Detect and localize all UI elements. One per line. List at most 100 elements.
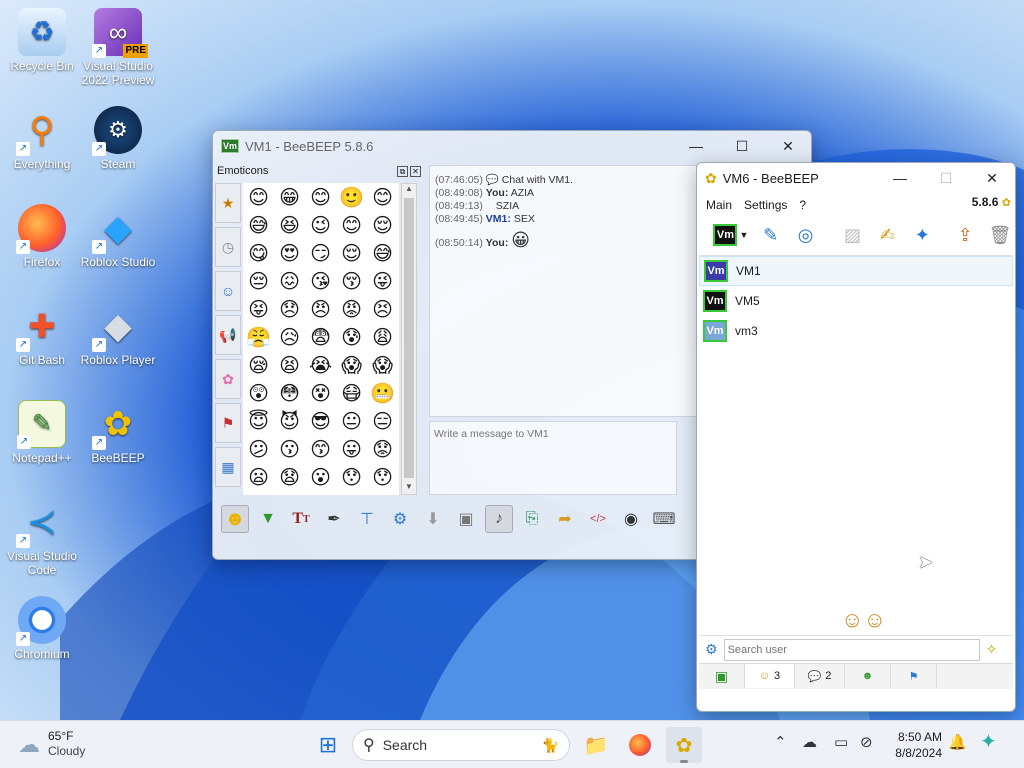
color-picker-icon[interactable]: ✒ <box>320 505 348 533</box>
emoticon-item[interactable]: 😊 <box>336 211 367 239</box>
emoticon-item[interactable]: 😪 <box>243 351 274 379</box>
copilot-icon[interactable]: ✦ <box>980 729 997 754</box>
tools-icon[interactable]: ✦ <box>907 220 937 250</box>
menu-settings[interactable]: Settings <box>744 198 787 212</box>
emoticon-item[interactable]: 😊 <box>243 183 274 211</box>
cloud-offline-icon[interactable]: ☁ <box>802 733 817 751</box>
emoticon-item[interactable]: 😛 <box>336 435 367 463</box>
close-button[interactable]: ✕ <box>765 131 811 161</box>
emoticon-item[interactable]: 😵 <box>305 379 336 407</box>
network-display-icon[interactable]: ▭ <box>834 733 848 751</box>
tab-chats[interactable]: 💬 2 <box>795 664 845 688</box>
emoticon-item[interactable]: 😅 <box>243 211 274 239</box>
desktop-icon-firefox[interactable]: ↗ Firefox <box>0 204 84 269</box>
emoticon-item[interactable]: 😋 <box>243 239 274 267</box>
emoticon-item[interactable]: 😉 <box>305 211 336 239</box>
desktop-icon-vscode[interactable]: ≺ ↗ Visual Studio Code <box>0 498 84 578</box>
desktop-icon-git-bash[interactable]: ✚ ↗ Git Bash <box>0 302 84 367</box>
emoticon-item[interactable]: 😠 <box>305 295 336 323</box>
tab-chat[interactable]: ▣ <box>699 664 745 688</box>
emoticon-item[interactable]: 😰 <box>336 323 367 351</box>
font-button[interactable]: TT <box>287 505 315 533</box>
emoticon-item[interactable]: 😮 <box>305 463 336 491</box>
emoticon-item[interactable]: 😬 <box>367 379 398 407</box>
code-icon[interactable]: </> <box>584 505 612 533</box>
beebeep-taskbar-button[interactable]: ✿ <box>666 727 702 763</box>
emoticon-item[interactable]: 😘 <box>305 267 336 295</box>
emoticon-item[interactable]: 😕 <box>243 435 274 463</box>
menu-main[interactable]: Main <box>706 198 732 212</box>
emoticon-item[interactable]: 😣 <box>367 295 398 323</box>
emoticon-item[interactable]: 😏 <box>305 239 336 267</box>
emoticon-item[interactable]: 😯 <box>336 463 367 491</box>
emoticon-item[interactable]: 😈 <box>274 407 305 435</box>
search-gear-icon[interactable]: ⚙ <box>705 641 718 658</box>
emoticon-item[interactable]: 😭 <box>305 351 336 379</box>
float-panel-button[interactable]: ⧉ <box>397 165 408 177</box>
emoticon-item[interactable]: 😑 <box>367 407 398 435</box>
tab-files[interactable]: ⚑ <box>891 664 937 688</box>
file-explorer-button[interactable]: 📁 <box>578 727 614 763</box>
vm6-titlebar[interactable]: ✿ VM6 - BeeBEEP — ☐ ✕ <box>697 163 1015 193</box>
desktop-icon-everything[interactable]: ⚲ ↗ Everything <box>0 106 84 171</box>
scroll-up-icon[interactable]: ▲ <box>402 184 416 196</box>
weather-widget[interactable]: ☁ 65°F Cloudy <box>18 729 85 759</box>
minimize-button[interactable]: — <box>673 131 719 161</box>
people-tab[interactable]: ☺ <box>215 271 241 311</box>
recent-tab[interactable]: ◷ <box>215 227 241 267</box>
camera-icon[interactable]: ◉ <box>617 505 645 533</box>
write-message-icon[interactable]: ✍ <box>872 220 902 250</box>
screenshot-icon[interactable]: ▣ <box>452 505 480 533</box>
emoticon-item[interactable]: 😇 <box>243 407 274 435</box>
emoticon-item[interactable]: 😩 <box>367 323 398 351</box>
close-button[interactable]: ✕ <box>969 163 1015 193</box>
desktop-icon-recycle-bin[interactable]: ♻ Recycle Bin <box>0 8 84 73</box>
save-icon[interactable]: ⇪ <box>950 220 980 250</box>
minimize-button[interactable]: — <box>877 163 923 193</box>
emoticon-item[interactable]: 😦 <box>243 463 274 491</box>
emoticon-item[interactable]: 😌 <box>336 239 367 267</box>
trash-icon[interactable]: 🗑 <box>985 220 1015 250</box>
maximize-button[interactable]: ☐ <box>719 131 765 161</box>
emoticon-item[interactable]: 😜 <box>367 267 398 295</box>
emoticon-item[interactable]: 😷 <box>336 379 367 407</box>
user-item-vm3[interactable]: Vm vm3 <box>699 316 1013 346</box>
emoticon-item[interactable]: 😐 <box>336 407 367 435</box>
save-chat-icon[interactable]: ⬇ <box>419 505 447 533</box>
emoticon-scrollbar[interactable]: ▲ ▼ <box>401 183 417 495</box>
emoticon-item[interactable]: 😞 <box>274 295 305 323</box>
nature-tab[interactable]: ✿ <box>215 359 241 399</box>
emoticon-item[interactable]: 🙂 <box>336 183 367 211</box>
user-item-vm1[interactable]: Vm VM1 <box>699 256 1013 286</box>
emoticon-item[interactable]: 😝 <box>243 295 274 323</box>
volume-muted-icon[interactable]: ⊘ <box>860 733 873 751</box>
expand-arrow-icon[interactable]: ▼ <box>254 505 282 533</box>
emoticon-item[interactable]: 😙 <box>305 435 336 463</box>
tab-users[interactable]: ☺ 3 <box>745 664 795 688</box>
show-hidden-icons-button[interactable]: ⌃ <box>774 733 787 751</box>
emoticon-item[interactable]: 😁 <box>274 183 305 211</box>
emoticon-item[interactable]: 😫 <box>274 351 305 379</box>
emoticon-item[interactable]: 😱 <box>336 351 367 379</box>
emoticon-item[interactable]: 😲 <box>243 379 274 407</box>
emoticon-item[interactable]: 😚 <box>336 267 367 295</box>
objects-tab[interactable]: 📢 <box>215 315 241 355</box>
status-button[interactable]: Vm ▼ <box>711 220 751 250</box>
send-file-icon[interactable]: ⎘ <box>518 505 546 533</box>
desktop-icon-steam[interactable]: ⚙ ↗ Steam <box>76 106 160 171</box>
emoticon-item[interactable]: 😥 <box>274 323 305 351</box>
keyboard-icon[interactable]: ⌨ <box>650 505 678 533</box>
firefox-taskbar-button[interactable] <box>622 727 658 763</box>
desktop-icon-roblox-player[interactable]: ◆ ↗ Roblox Player <box>76 302 160 368</box>
emoticon-item[interactable]: 😊 <box>367 183 398 211</box>
emoticon-item[interactable]: 😌 <box>367 211 398 239</box>
desktop-icon-chromium[interactable]: ↗ Chromium <box>0 596 84 661</box>
music-icon[interactable]: ♪ <box>485 505 513 533</box>
emoticon-item[interactable]: 😳 <box>274 379 305 407</box>
search-user-input[interactable] <box>723 638 980 661</box>
clock[interactable]: 8:50 AM 8/8/2024 <box>888 729 942 761</box>
emoticon-item[interactable]: 😨 <box>305 323 336 351</box>
emoticon-item[interactable]: 😯 <box>367 463 398 491</box>
desktop-icon-notepad-plus-plus[interactable]: ✎ ↗ Notepad++ <box>0 400 84 465</box>
scroll-thumb[interactable] <box>404 198 414 478</box>
